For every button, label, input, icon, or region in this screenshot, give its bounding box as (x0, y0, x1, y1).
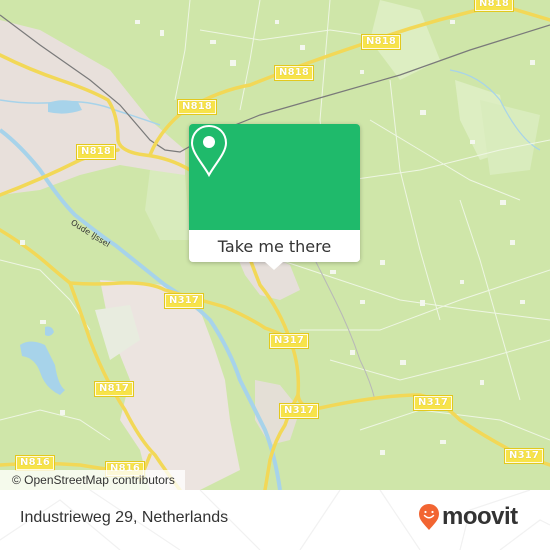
moovit-logo: moovit (418, 503, 518, 531)
address-text: Industrieweg 29, Netherlands (20, 509, 229, 526)
road-label-n818: N818 (473, 0, 515, 12)
road-label-n818: N818 (360, 34, 402, 50)
road-label-n818: N818 (75, 144, 117, 160)
map-attribution[interactable]: © OpenStreetMap contributors (0, 470, 185, 490)
road-label-n317: N317 (503, 448, 545, 464)
road-label-n818: N818 (273, 65, 315, 81)
road-label-n317: N317 (163, 293, 205, 309)
footer: Industrieweg 29, Netherlands moovit (0, 490, 550, 550)
road-label-n816: N816 (14, 455, 56, 471)
road-label-n317: N317 (278, 403, 320, 419)
moovit-wordmark: moovit (442, 503, 518, 530)
take-me-there-button[interactable]: Take me there (189, 230, 360, 262)
destination-popup[interactable]: Take me there (189, 124, 360, 270)
road-label-n818: N818 (176, 99, 218, 115)
popup-pin-area[interactable] (189, 124, 360, 230)
road-label-n317: N317 (268, 333, 310, 349)
moovit-pin-icon (419, 504, 439, 530)
map[interactable]: N818 N818 N818 N818 N818 N317 N317 N317 … (0, 0, 550, 490)
road-label-n317: N317 (412, 395, 454, 411)
road-label-n817: N817 (93, 381, 135, 397)
popup-pointer (265, 262, 283, 270)
map-pin-icon (190, 124, 228, 178)
